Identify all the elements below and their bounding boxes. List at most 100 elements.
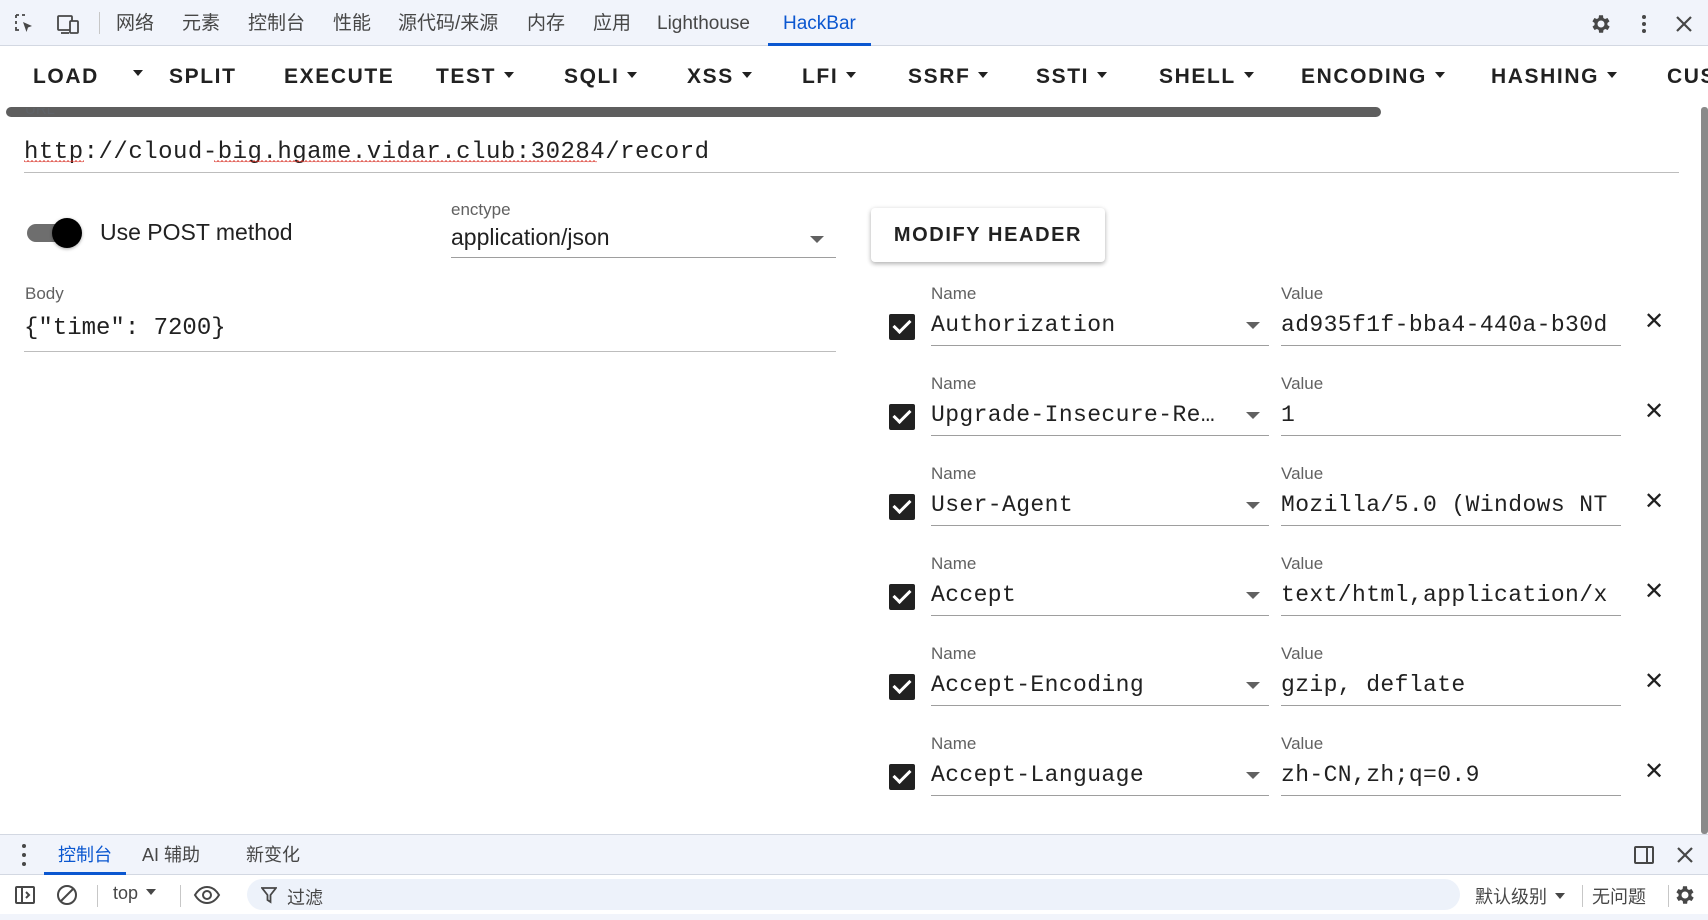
header-value-input[interactable]: ad935f1f-bba4-440a-b30d — [1281, 304, 1621, 346]
custom-menu[interactable]: CUS — [1667, 47, 1708, 107]
remove-header-close-icon[interactable]: ✕ — [1639, 306, 1669, 336]
header-row: Name Upgrade-Insecure-Requests Value 1 ✕ — [880, 374, 1664, 454]
header-value-input[interactable]: 1 — [1281, 394, 1621, 436]
encoding-label: ENCODING — [1301, 65, 1427, 88]
header-value-input[interactable]: zh-CN,zh;q=0.9 — [1281, 754, 1621, 796]
header-row: Name Accept-Encoding Value gzip, deflate… — [880, 644, 1664, 724]
encoding-menu[interactable]: ENCODING — [1301, 47, 1445, 107]
console-filter-input[interactable]: 过滤 — [247, 879, 1460, 910]
xss-caret-icon — [741, 72, 752, 79]
close-devtools-icon[interactable] — [1669, 9, 1699, 39]
device-toolbar-icon[interactable] — [53, 9, 83, 39]
sqli-menu[interactable]: SQLI — [564, 47, 638, 107]
header-name-value: Authorization — [931, 312, 1116, 338]
ssrf-menu[interactable]: SSRF — [908, 47, 989, 107]
drawer-tab-whats-new[interactable]: 新变化 — [246, 835, 300, 875]
devtools-tab-strip: 网络 元素 控制台 性能 源代码/来源 内存 应用 Lighthouse Hac… — [0, 0, 1708, 46]
context-caret-icon — [146, 889, 157, 896]
remove-header-close-icon[interactable]: ✕ — [1639, 486, 1669, 516]
tab-hackbar[interactable]: HackBar — [768, 0, 871, 46]
post-method-toggle[interactable] — [27, 218, 83, 248]
header-name-select[interactable]: Accept-Encoding — [931, 664, 1269, 706]
post-method-label: Use POST method — [100, 219, 293, 245]
tab-lighthouse[interactable]: Lighthouse — [654, 0, 753, 46]
header-name-select[interactable]: User-Agent — [931, 484, 1269, 526]
test-menu[interactable]: TEST — [436, 47, 515, 107]
spellcheck-underline — [214, 160, 597, 164]
body-input[interactable]: {"time": 7200} — [24, 310, 836, 352]
header-value-input[interactable]: Mozilla/5.0 (Windows NT — [1281, 484, 1621, 526]
inspect-element-icon[interactable] — [10, 9, 40, 39]
tab-network[interactable]: 网络 — [113, 0, 157, 46]
header-name-select[interactable]: Accept — [931, 574, 1269, 616]
settings-icon[interactable] — [1586, 9, 1616, 39]
lfi-menu[interactable]: LFI — [802, 47, 857, 107]
issues-counter[interactable]: 无问题 — [1592, 883, 1646, 909]
url-label: URL — [25, 108, 56, 117]
more-options-icon[interactable] — [1629, 9, 1659, 39]
hashing-caret-icon — [1607, 72, 1618, 79]
url-input[interactable] — [24, 133, 1679, 173]
filter-placeholder: 过滤 — [287, 888, 323, 908]
body-label: Body — [25, 284, 64, 303]
header-enabled-checkbox[interactable] — [889, 494, 915, 520]
header-enabled-checkbox[interactable] — [889, 674, 915, 700]
hashing-menu[interactable]: HASHING — [1491, 47, 1618, 107]
header-value-input[interactable]: text/html,application/x — [1281, 574, 1621, 616]
log-level-select[interactable]: 默认级别 — [1475, 883, 1565, 909]
tab-sources[interactable]: 源代码/来源 — [395, 0, 501, 46]
clear-console-icon[interactable] — [53, 881, 81, 909]
ssti-menu[interactable]: SSTI — [1036, 47, 1108, 107]
tab-performance[interactable]: 性能 — [330, 0, 374, 46]
show-sidebar-icon[interactable] — [11, 881, 39, 909]
remove-header-close-icon[interactable]: ✕ — [1639, 396, 1669, 426]
header-enabled-checkbox[interactable] — [889, 584, 915, 610]
remove-header-close-icon[interactable]: ✕ — [1639, 576, 1669, 606]
split-button[interactable]: SPLIT — [169, 47, 237, 107]
ssti-caret-icon — [1097, 72, 1108, 79]
panel-vertical-scrollbar[interactable] — [1701, 107, 1708, 834]
header-enabled-checkbox[interactable] — [889, 764, 915, 790]
log-level-value: 默认级别 — [1475, 887, 1547, 907]
load-button[interactable]: LOAD — [33, 47, 99, 107]
tab-application[interactable]: 应用 — [590, 0, 634, 46]
menu-horizontal-scrollbar[interactable] — [6, 107, 1381, 117]
header-name-dropdown-icon — [1246, 322, 1260, 329]
tab-console[interactable]: 控制台 — [245, 0, 308, 46]
header-name-select[interactable]: Accept-Language — [931, 754, 1269, 796]
lfi-label: LFI — [802, 65, 839, 88]
header-enabled-checkbox[interactable] — [889, 404, 915, 430]
header-value-text: gzip, deflate — [1281, 672, 1466, 698]
dock-side-icon[interactable] — [1630, 841, 1658, 869]
header-name-select[interactable]: Upgrade-Insecure-Requests — [931, 394, 1269, 436]
enctype-select[interactable]: application/json — [451, 222, 836, 258]
xss-menu[interactable]: XSS — [687, 47, 752, 107]
close-drawer-icon[interactable] — [1671, 841, 1699, 869]
shell-menu[interactable]: SHELL — [1159, 47, 1254, 107]
drawer-tab-console[interactable]: 控制台 — [44, 835, 126, 875]
context-select[interactable]: top — [113, 883, 157, 904]
header-name-label: Name — [931, 374, 977, 393]
test-label: TEST — [436, 65, 497, 88]
remove-header-close-icon[interactable]: ✕ — [1639, 756, 1669, 786]
filter-funnel-icon — [259, 881, 279, 909]
console-settings-icon[interactable] — [1671, 881, 1699, 909]
header-enabled-checkbox[interactable] — [889, 314, 915, 340]
remove-header-close-icon[interactable]: ✕ — [1639, 666, 1669, 696]
header-value-input[interactable]: gzip, deflate — [1281, 664, 1621, 706]
tab-elements[interactable]: 元素 — [179, 0, 223, 46]
drawer-menu-icon[interactable] — [19, 844, 29, 866]
tab-memory[interactable]: 内存 — [524, 0, 568, 46]
header-name-select[interactable]: Authorization — [931, 304, 1269, 346]
header-row: Name Authorization Value ad935f1f-bba4-4… — [880, 284, 1664, 364]
test-caret-icon — [504, 72, 515, 79]
log-level-caret-icon — [1555, 893, 1565, 900]
modify-header-button[interactable]: MODIFY HEADER — [871, 208, 1105, 262]
drawer-tab-ai-assistance[interactable]: AI 辅助 — [142, 835, 200, 875]
execute-button[interactable]: EXECUTE — [284, 47, 394, 107]
ssrf-caret-icon — [978, 72, 989, 79]
body-value: {"time": 7200} — [24, 315, 226, 342]
live-expression-eye-icon[interactable] — [193, 881, 221, 909]
load-dropdown-caret-icon[interactable] — [133, 70, 143, 76]
header-name-dropdown-icon — [1246, 682, 1260, 689]
